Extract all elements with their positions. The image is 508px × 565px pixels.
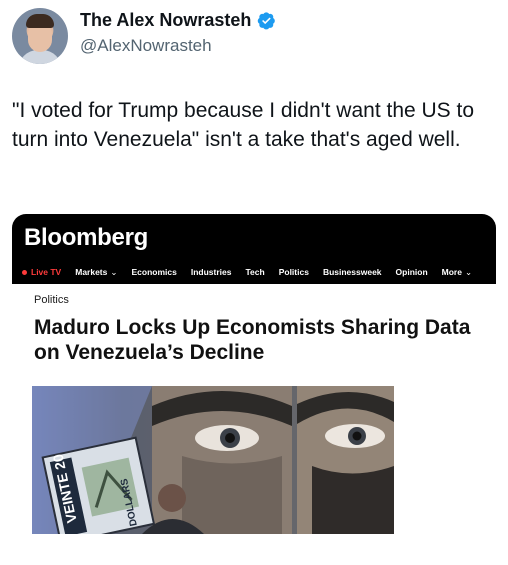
article-section-label[interactable]: Politics	[34, 294, 69, 306]
mural-photo-icon: VEINTE 20 DOLLARS	[32, 386, 394, 534]
nav-item-live-tv[interactable]: Live TV	[22, 267, 61, 277]
article-photo: VEINTE 20 DOLLARS	[32, 386, 394, 534]
article-headline[interactable]: Maduro Locks Up Economists Sharing Data …	[34, 315, 494, 365]
article-image-card[interactable]: Bloomberg Live TV Markets ⌄ Economics Ind…	[12, 214, 496, 544]
bloomberg-logo[interactable]: Bloomberg	[24, 224, 148, 252]
nav-item-businessweek[interactable]: Businessweek	[323, 267, 382, 277]
live-dot-icon	[22, 269, 27, 275]
nav-item-industries[interactable]: Industries	[191, 267, 232, 277]
avatar[interactable]	[12, 8, 68, 64]
chevron-down-icon: ⌄	[464, 266, 473, 277]
verified-badge-icon	[258, 12, 276, 30]
nav-item-politics[interactable]: Politics	[279, 267, 309, 277]
nav-item-opinion[interactable]: Opinion	[396, 267, 428, 277]
nav-item-more[interactable]: More ⌄	[442, 267, 472, 278]
bloomberg-header: Bloomberg Live TV Markets ⌄ Economics Ind…	[12, 214, 496, 284]
nav-item-markets[interactable]: Markets ⌄	[75, 267, 117, 278]
bloomberg-nav: Live TV Markets ⌄ Economics Industries Te…	[12, 263, 496, 281]
chevron-down-icon: ⌄	[110, 266, 118, 277]
tweet-header: The Alex Nowrasteh @AlexNowrasteh	[12, 8, 496, 64]
nav-item-tech[interactable]: Tech	[245, 267, 264, 277]
tweet-text: "I voted for Trump because I didn't want…	[12, 99, 475, 151]
author-handle[interactable]: @AlexNowrasteh	[80, 36, 212, 56]
author-name-row[interactable]: The Alex Nowrasteh	[80, 10, 276, 31]
nav-item-economics[interactable]: Economics	[132, 267, 177, 277]
author-display-name[interactable]: The Alex Nowrasteh	[80, 10, 251, 31]
